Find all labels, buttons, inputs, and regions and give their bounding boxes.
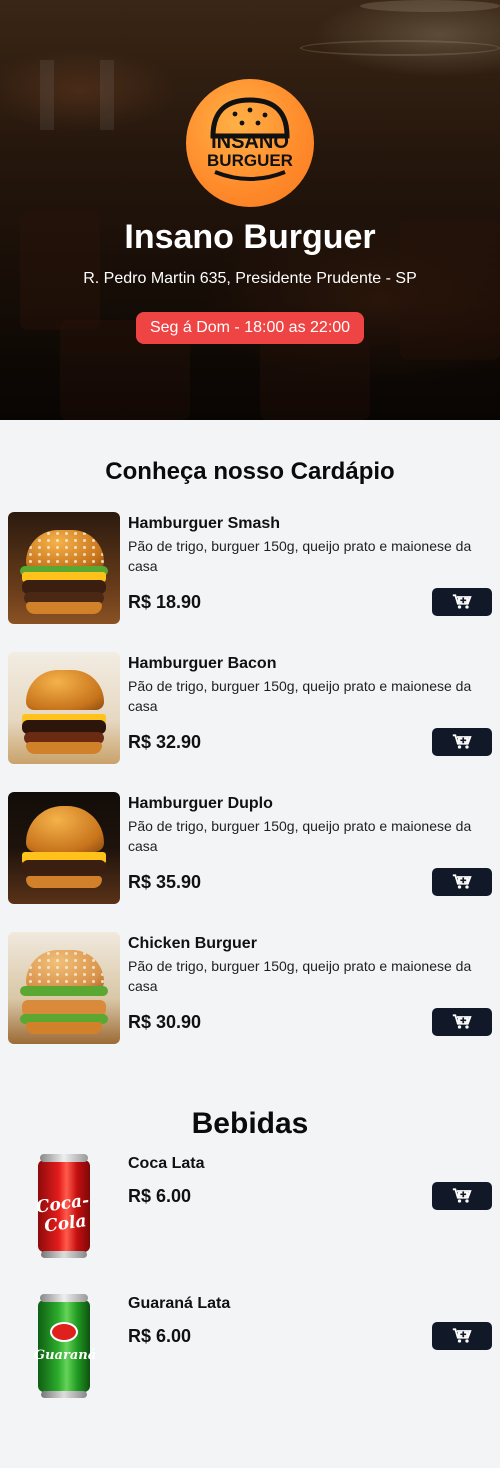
restaurant-address: R. Pedro Martin 635, Presidente Prudente… — [83, 270, 417, 287]
add-to-cart-icon — [452, 594, 472, 609]
menu-item-description: Pão de trigo, burguer 150g, queijo prato… — [128, 958, 472, 994]
drink-item: Guaraná Guaraná Lata R$ 6.00 — [8, 1292, 492, 1404]
add-to-cart-icon — [452, 1188, 472, 1203]
menu-item: Chicken Burguer Pão de trigo, burguer 15… — [8, 932, 492, 1044]
can-logo-text: Coca-Cola — [34, 1190, 91, 1237]
hero-header: INSANO BURGUER Insano Burguer R. Pedro M… — [0, 0, 500, 420]
guarana-can-image: Guaraná — [34, 1294, 96, 1398]
drinks-section-title: Bebidas — [191, 1107, 309, 1140]
menu-item-price: R$ 32.90 — [128, 732, 202, 752]
drink-name: Guaraná Lata — [128, 1295, 231, 1312]
menu-item-price: R$ 30.90 — [128, 1012, 202, 1032]
menu-item: Hamburguer Bacon Pão de trigo, burguer 1… — [8, 652, 492, 764]
coke-can-image: Coca-Cola — [35, 1154, 90, 1258]
add-to-cart-icon — [452, 1328, 472, 1343]
logo-text-bottom: BURGUER — [207, 151, 293, 170]
add-to-cart-icon — [452, 874, 472, 889]
menu-item-price: R$ 35.90 — [128, 872, 202, 892]
burger-image — [8, 792, 120, 904]
drink-price: R$ 6.00 — [128, 1326, 192, 1346]
menu-item-name: Chicken Burguer — [128, 935, 257, 952]
menu-item-description: Pão de trigo, burguer 150g, queijo prato… — [128, 818, 472, 854]
add-to-cart-button[interactable] — [432, 1322, 492, 1350]
menu-item-price: R$ 18.90 — [128, 592, 202, 612]
burger-image — [8, 652, 120, 764]
menu-item: Hamburguer Duplo Pão de trigo, burguer 1… — [8, 792, 492, 904]
restaurant-name: Insano Burguer — [124, 218, 376, 256]
add-to-cart-icon — [452, 1014, 472, 1029]
drink-item: Coca-Cola Coca Lata R$ 6.00 — [8, 1152, 492, 1264]
add-to-cart-button[interactable] — [432, 1182, 492, 1210]
can-logo-text: Guaraná — [34, 1348, 97, 1363]
add-to-cart-button[interactable] — [432, 728, 492, 756]
menu-section-title: Conheça nosso Cardápio — [105, 458, 395, 485]
drink-name: Coca Lata — [128, 1155, 205, 1172]
menu-item: Hamburguer Smash Pão de trigo, burguer 1… — [8, 512, 492, 624]
add-to-cart-icon — [452, 734, 472, 749]
opening-hours-badge: Seg á Dom - 18:00 as 22:00 — [136, 312, 364, 344]
logo-text-top: INSANO — [211, 131, 289, 153]
menu-item-description: Pão de trigo, burguer 150g, queijo prato… — [128, 538, 472, 574]
menu-item-name: Hamburguer Bacon — [128, 655, 277, 672]
drink-price: R$ 6.00 — [128, 1186, 192, 1206]
add-to-cart-button[interactable] — [432, 588, 492, 616]
add-to-cart-button[interactable] — [432, 868, 492, 896]
menu-item-name: Hamburguer Duplo — [128, 795, 273, 812]
restaurant-logo: INSANO BURGUER — [186, 79, 314, 207]
burger-image — [8, 932, 120, 1044]
menu-item-name: Hamburguer Smash — [128, 515, 281, 532]
burger-image — [8, 512, 120, 624]
menu-item-description: Pão de trigo, burguer 150g, queijo prato… — [128, 678, 472, 714]
add-to-cart-button[interactable] — [432, 1008, 492, 1036]
